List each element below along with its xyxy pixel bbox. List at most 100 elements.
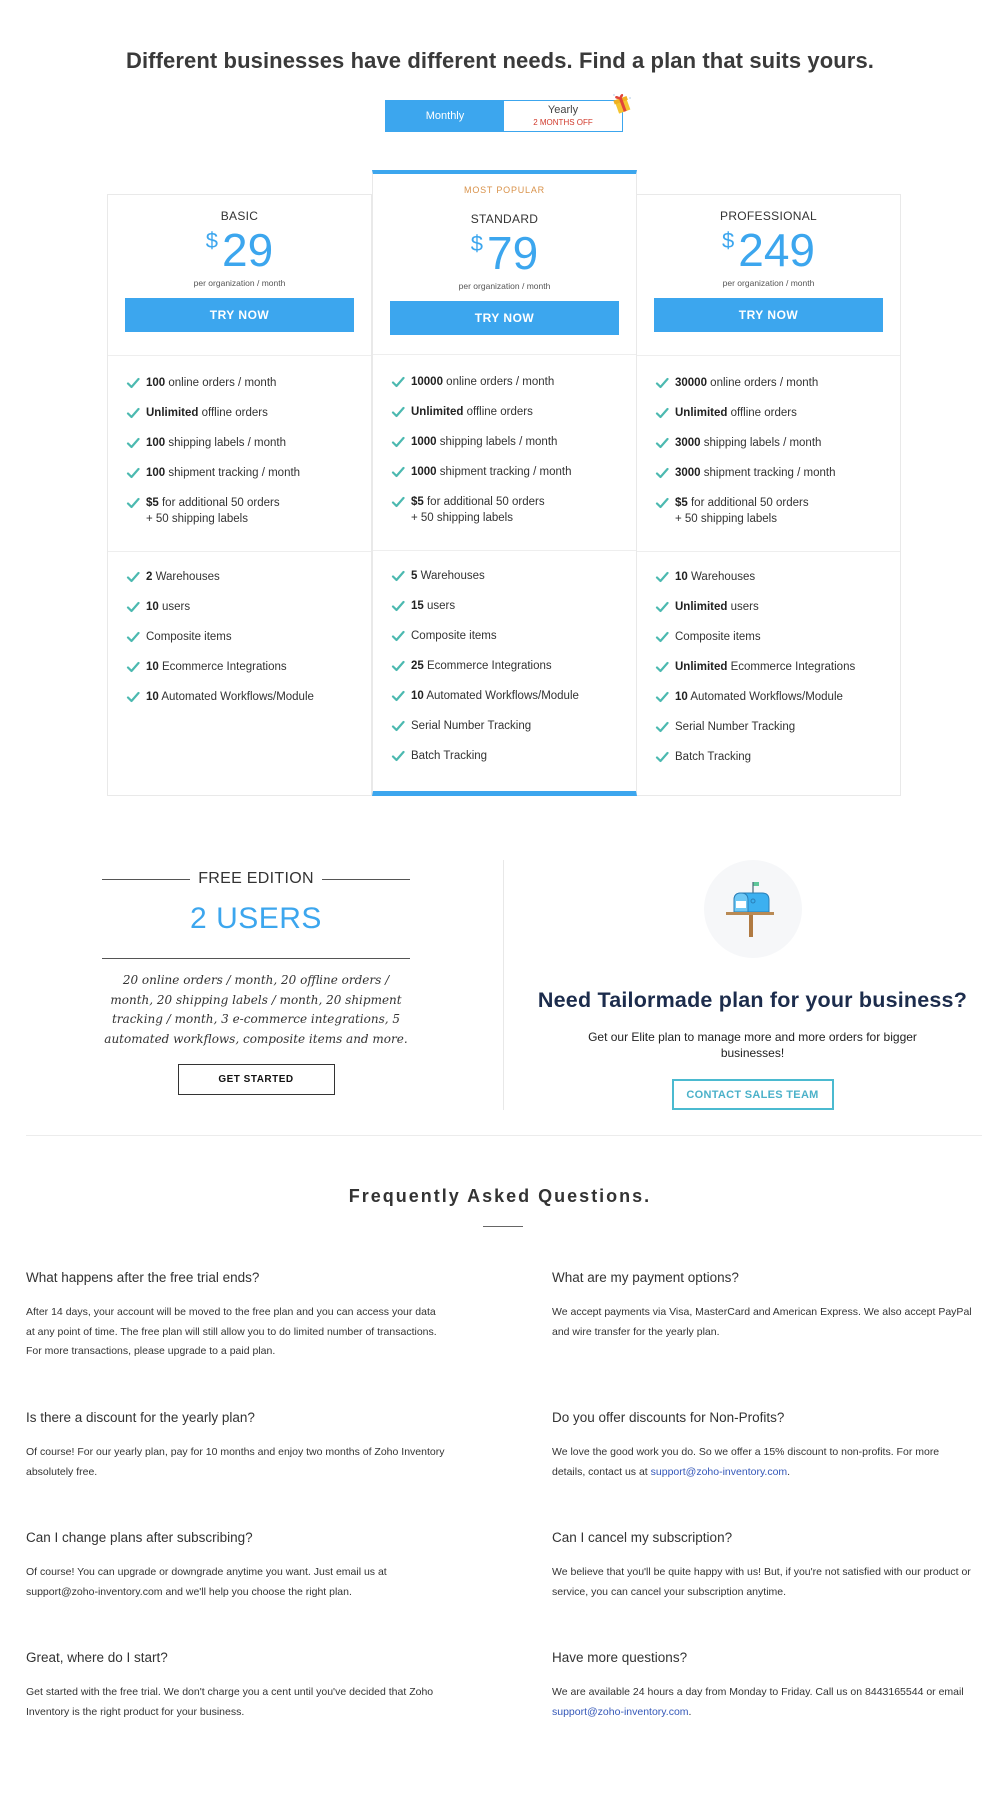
billing-yearly-option[interactable]: Yearly 2 MONTHS OFF <box>504 101 622 131</box>
feature-text: Automated Workflows/Module <box>687 691 843 703</box>
feature-item: $5 for additional 50 orders + 50 shipping… <box>126 495 300 541</box>
feature-item: 10 Automated Workflows/Module <box>126 689 314 719</box>
feature-item: Composite items <box>391 628 579 658</box>
feature-text: for additional 50 orders <box>687 497 809 509</box>
feature-text: offline orders <box>463 406 533 418</box>
faq-answer: We love the good work you do. So we offe… <box>552 1446 940 1478</box>
feature-item: $5 for additional 50 orders + 50 shipping… <box>655 495 835 541</box>
checkmark-icon <box>126 570 140 584</box>
faq-item: Have more questions? We are available 24 … <box>552 1650 972 1722</box>
feature-list-capabilities: 10 Warehouses Unlimited users Composite it… <box>655 569 855 779</box>
feature-value: 3000 <box>675 437 701 449</box>
feature-item: 1000 shipment tracking / month <box>391 464 571 494</box>
plan-price: $ 79 <box>373 228 636 278</box>
checkmark-icon <box>391 749 405 763</box>
feature-text: shipment tracking / month <box>700 467 836 479</box>
feature-item: 2 Warehouses <box>126 569 314 599</box>
feature-value: Unlimited <box>146 407 199 419</box>
checkmark-icon <box>391 629 405 643</box>
faq-question: Is there a discount for the yearly plan? <box>26 1410 255 1425</box>
feature-text: shipping labels / month <box>700 437 822 449</box>
feature-text: shipping labels / month <box>436 436 558 448</box>
feature-text: Ecommerce Integrations <box>423 660 552 672</box>
checkmark-icon <box>391 375 405 389</box>
faq-answer: We are available 24 hours a day from Mon… <box>552 1686 964 1718</box>
feature-text: Ecommerce Integrations <box>727 661 856 673</box>
billing-period-toggle[interactable]: Monthly Yearly 2 MONTHS OFF <box>385 100 623 132</box>
price-period: per organization / month <box>193 278 286 288</box>
divider <box>637 355 900 356</box>
get-started-button[interactable]: GET STARTED <box>177 1064 335 1095</box>
checkmark-icon <box>655 376 669 390</box>
faq-answer: Of course! For our yearly plan, pay for … <box>26 1446 445 1478</box>
faq-question: Can I change plans after subscribing? <box>26 1530 253 1545</box>
checkmark-icon <box>391 719 405 733</box>
feature-text: users <box>158 601 191 613</box>
try-now-button-standard[interactable]: TRY NOW <box>390 301 619 335</box>
feature-text: Serial Number Tracking <box>411 720 532 732</box>
price-amount: 29 <box>222 224 274 276</box>
faq-title: Frequently Asked Questions. <box>348 1186 652 1206</box>
checkmark-icon <box>126 690 140 704</box>
plan-name: STANDARD <box>470 212 539 226</box>
mailbox-icon-circle <box>703 860 802 958</box>
feature-text: shipping labels / month <box>165 437 287 449</box>
checkmark-icon <box>126 406 140 420</box>
checkmark-icon <box>391 435 405 449</box>
feature-list-usage: 10000 online orders / month Unlimited off… <box>391 374 571 540</box>
faq-question: Do you offer discounts for Non-Profits? <box>552 1410 785 1425</box>
faq-answer: We believe that you'll be quite happy wi… <box>552 1566 971 1598</box>
feature-item: 3000 shipment tracking / month <box>655 465 835 495</box>
faq-answer: We accept payments via Visa, MasterCard … <box>552 1306 972 1338</box>
feature-value: 3000 <box>675 467 701 479</box>
plan-card-professional: PROFESSIONAL $ 249 per organization / mo… <box>636 194 901 796</box>
feature-text-secondary: + 50 shipping labels <box>675 513 777 525</box>
gift-icon <box>613 93 631 114</box>
checkmark-icon <box>655 690 669 704</box>
feature-list-usage: 30000 online orders / month Unlimited off… <box>655 375 835 541</box>
checkmark-icon <box>391 405 405 419</box>
checkmark-icon <box>391 659 405 673</box>
feature-value: $5 <box>411 496 424 508</box>
faq-question: Great, where do I start? <box>26 1650 168 1665</box>
price-period: per organization / month <box>458 281 551 291</box>
support-email-link[interactable]: support@zoho-inventory.com <box>651 1466 788 1478</box>
try-now-button-professional[interactable]: TRY NOW <box>654 298 883 332</box>
try-now-button-basic[interactable]: TRY NOW <box>125 298 354 332</box>
billing-monthly-option[interactable]: Monthly <box>386 101 504 131</box>
feature-text: online orders / month <box>706 377 819 389</box>
checkmark-icon <box>126 376 140 390</box>
faq-item: What are my payment options? We accept pa… <box>552 1270 972 1342</box>
feature-text: Automated Workflows/Module <box>423 690 579 702</box>
feature-text: online orders / month <box>165 377 277 389</box>
faq-question: Have more questions? <box>552 1650 688 1665</box>
divider <box>102 958 410 959</box>
checkmark-icon <box>391 689 405 703</box>
feature-value: $5 <box>675 497 688 509</box>
feature-value: 100 <box>146 467 166 479</box>
divider <box>637 551 900 552</box>
feature-text: Warehouses <box>152 571 220 583</box>
checkmark-icon <box>655 720 669 734</box>
feature-text: Batch Tracking <box>675 751 752 763</box>
contact-sales-button[interactable]: CONTACT SALES TEAM <box>671 1079 834 1110</box>
faq-item: Great, where do I start? Get started with… <box>26 1650 446 1722</box>
feature-value: 10 <box>411 690 424 702</box>
feature-value: Unlimited <box>411 406 464 418</box>
feature-item: 30000 online orders / month <box>655 375 835 405</box>
feature-list-capabilities: 5 Warehouses 15 users Composite items 25 Ec… <box>391 568 579 778</box>
feature-text: Composite items <box>675 631 761 643</box>
feature-value: $5 <box>146 497 159 509</box>
feature-item: Batch Tracking <box>391 748 579 778</box>
checkmark-icon <box>126 436 140 450</box>
support-email-link[interactable]: support@zoho-inventory.com <box>552 1706 689 1718</box>
feature-value: 1000 <box>411 466 437 478</box>
feature-item: Unlimited offline orders <box>391 404 571 434</box>
checkmark-icon <box>391 495 405 509</box>
feature-item: 25 Ecommerce Integrations <box>391 658 579 688</box>
plan-price: $ 29 <box>108 225 371 275</box>
faq-question: What are my payment options? <box>552 1270 739 1285</box>
title-rule-left <box>102 878 190 880</box>
divider <box>373 354 636 355</box>
feature-item: 10000 online orders / month <box>391 374 571 404</box>
